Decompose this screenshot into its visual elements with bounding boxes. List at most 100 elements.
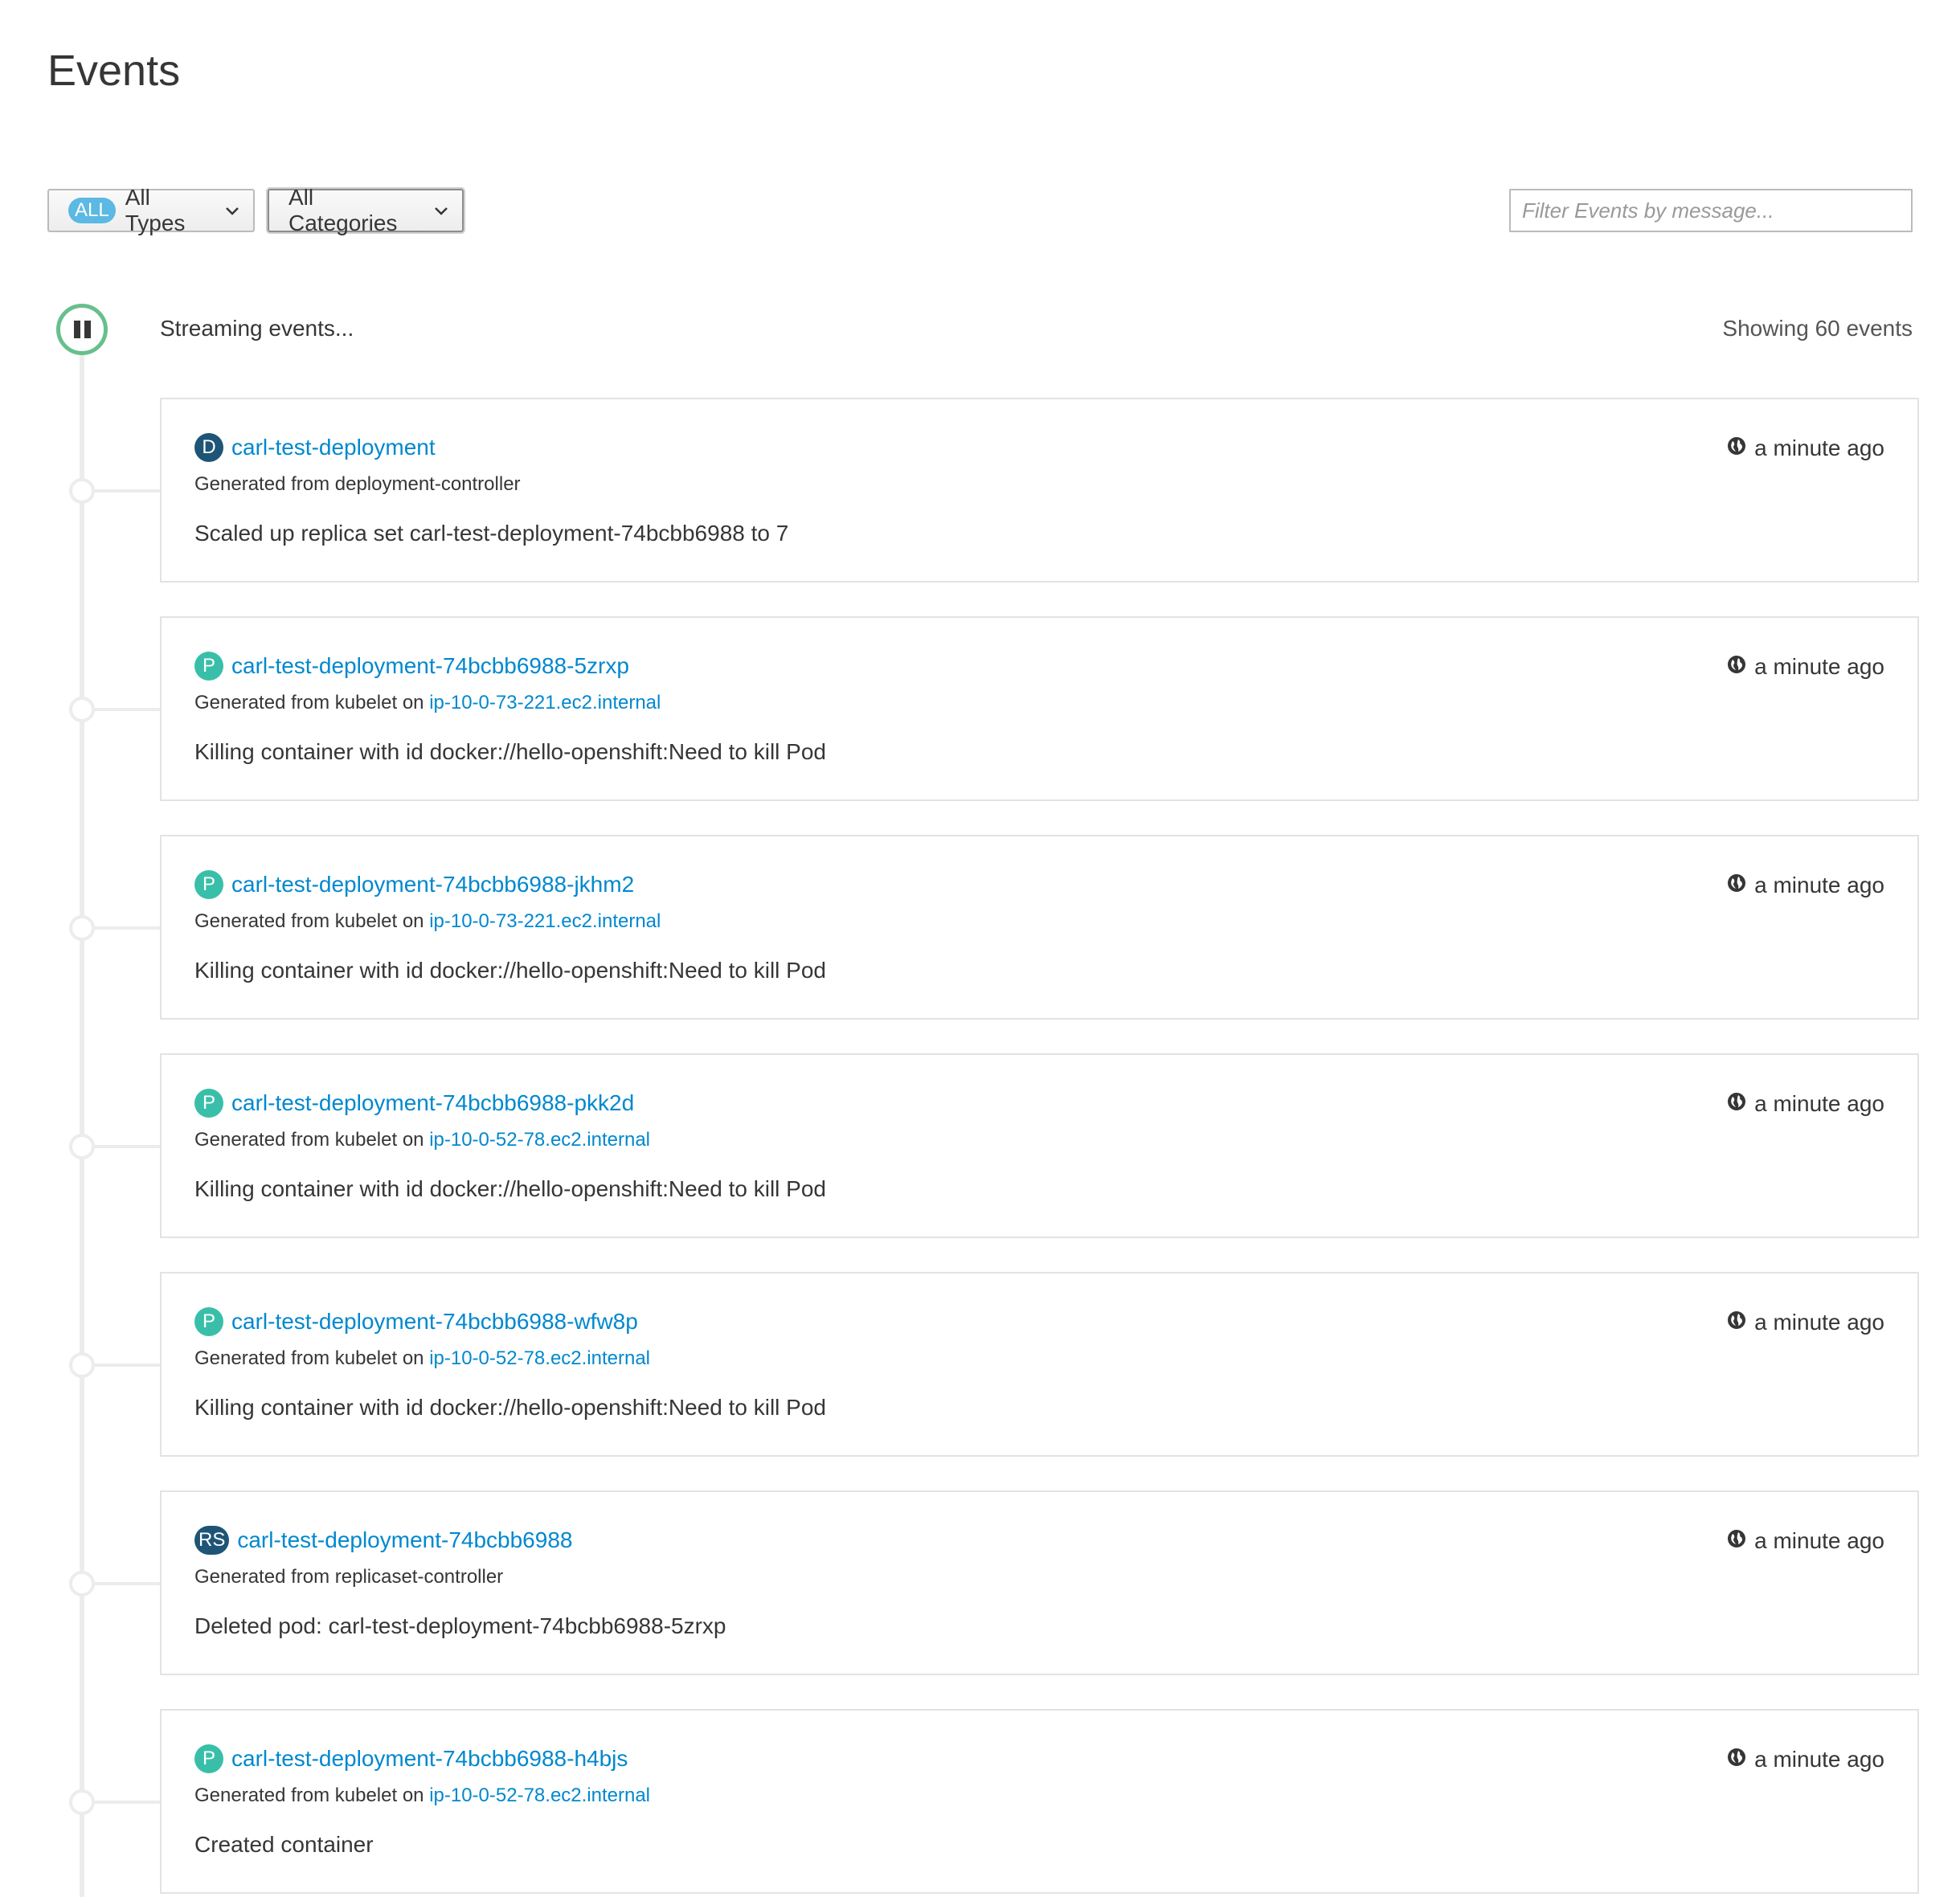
timeline-connector xyxy=(93,489,160,493)
event-node-link[interactable]: ip-10-0-52-78.ec2.internal xyxy=(429,1785,650,1806)
event-timestamp: a minute ago xyxy=(1727,1091,1884,1117)
pause-stream-button[interactable] xyxy=(56,304,108,355)
event-time-text: a minute ago xyxy=(1754,1310,1884,1335)
timeline-node xyxy=(69,915,95,941)
event-source-text: Generated from deployment-controller xyxy=(194,473,521,495)
categories-dropdown[interactable]: All Categories xyxy=(268,185,464,235)
event-timestamp: a minute ago xyxy=(1727,435,1884,461)
event-time-text: a minute ago xyxy=(1754,1747,1884,1772)
event-source: Generated from kubelet on ip-10-0-52-78.… xyxy=(194,1129,650,1151)
timeline-connector xyxy=(93,926,160,930)
filter-events-input[interactable] xyxy=(1509,189,1913,232)
globe-icon xyxy=(1727,873,1746,898)
event-timestamp: a minute ago xyxy=(1727,873,1884,898)
event-timestamp: a minute ago xyxy=(1727,1747,1884,1772)
timeline-line xyxy=(80,329,84,1897)
event-header: P carl-test-deployment-74bcbb6988-h4bjs xyxy=(194,1744,628,1773)
event-card: RS carl-test-deployment-74bcbb6988 Gener… xyxy=(160,1490,1919,1675)
page-title: Events xyxy=(47,47,181,95)
event-timestamp: a minute ago xyxy=(1727,1310,1884,1335)
globe-icon xyxy=(1727,1310,1746,1335)
event-source-on: on xyxy=(402,1347,424,1369)
types-dropdown-label: All Types xyxy=(125,185,186,235)
event-time-text: a minute ago xyxy=(1754,1528,1884,1553)
event-time-text: a minute ago xyxy=(1754,1091,1884,1116)
timeline-node xyxy=(69,1789,95,1815)
resource-kind-badge: D xyxy=(194,433,223,462)
event-message: Created container xyxy=(194,1832,374,1857)
resource-kind-badge: P xyxy=(194,870,223,899)
event-header: D carl-test-deployment xyxy=(194,433,436,462)
event-source-text: Generated from kubelet xyxy=(194,910,398,932)
event-header: P carl-test-deployment-74bcbb6988-wfw8p xyxy=(194,1307,638,1336)
events-toolbar: ALL All Types All Categories xyxy=(47,185,1913,235)
event-message: Deleted pod: carl-test-deployment-74bcbb… xyxy=(194,1613,726,1638)
event-message: Killing container with id docker://hello… xyxy=(194,1395,826,1420)
event-header: P carl-test-deployment-74bcbb6988-5zrxp xyxy=(194,652,629,681)
timeline-connector xyxy=(93,1145,160,1148)
resource-kind-badge: P xyxy=(194,1089,223,1118)
event-header: RS carl-test-deployment-74bcbb6988 xyxy=(194,1526,572,1555)
all-types-badge: ALL xyxy=(68,198,116,223)
categories-dropdown-label: All Categories xyxy=(288,185,398,235)
event-source-on: on xyxy=(402,692,424,713)
event-source-text: Generated from kubelet xyxy=(194,1347,398,1369)
timeline-node xyxy=(69,1352,95,1378)
timeline-node xyxy=(69,478,95,504)
globe-icon xyxy=(1727,1747,1746,1772)
chevron-down-icon xyxy=(435,202,448,220)
event-source: Generated from kubelet on ip-10-0-73-221… xyxy=(194,910,661,933)
event-resource-link[interactable]: carl-test-deployment-74bcbb6988 xyxy=(237,1527,572,1553)
timeline-connector xyxy=(93,1801,160,1804)
event-message: Killing container with id docker://hello… xyxy=(194,1176,826,1201)
event-timestamp: a minute ago xyxy=(1727,654,1884,680)
event-source-text: Generated from replicaset-controller xyxy=(194,1566,504,1588)
event-resource-link[interactable]: carl-test-deployment-74bcbb6988-5zrxp xyxy=(231,653,629,679)
globe-icon xyxy=(1727,1528,1746,1554)
event-node-link[interactable]: ip-10-0-52-78.ec2.internal xyxy=(429,1347,650,1369)
event-resource-link[interactable]: carl-test-deployment-74bcbb6988-jkhm2 xyxy=(231,872,634,897)
resource-kind-badge: P xyxy=(194,1307,223,1336)
streaming-status: Streaming events... xyxy=(160,316,354,341)
event-node-link[interactable]: ip-10-0-52-78.ec2.internal xyxy=(429,1129,650,1151)
event-source-text: Generated from kubelet xyxy=(194,1785,398,1806)
events-count: Showing 60 events xyxy=(1722,316,1913,341)
timeline-connector xyxy=(93,708,160,711)
event-card: P carl-test-deployment-74bcbb6988-h4bjs … xyxy=(160,1709,1919,1894)
event-resource-link[interactable]: carl-test-deployment-74bcbb6988-wfw8p xyxy=(231,1309,638,1335)
event-card: D carl-test-deployment Generated from de… xyxy=(160,398,1919,583)
event-node-link[interactable]: ip-10-0-73-221.ec2.internal xyxy=(429,910,661,932)
timeline-node xyxy=(69,1571,95,1597)
event-timestamp: a minute ago xyxy=(1727,1528,1884,1554)
globe-icon xyxy=(1727,435,1746,461)
types-dropdown[interactable]: ALL All Types xyxy=(47,185,255,235)
resource-kind-badge: RS xyxy=(194,1526,230,1555)
chevron-down-icon xyxy=(226,202,239,220)
timeline-node xyxy=(69,1134,95,1159)
event-card: P carl-test-deployment-74bcbb6988-pkk2d … xyxy=(160,1053,1919,1238)
event-card: P carl-test-deployment-74bcbb6988-wfw8p … xyxy=(160,1272,1919,1457)
timeline-connector xyxy=(93,1363,160,1367)
globe-icon xyxy=(1727,1091,1746,1117)
event-source-text: Generated from kubelet xyxy=(194,692,398,713)
event-card: P carl-test-deployment-74bcbb6988-jkhm2 … xyxy=(160,835,1919,1020)
event-card: P carl-test-deployment-74bcbb6988-5zrxp … xyxy=(160,616,1919,801)
event-source-text: Generated from kubelet xyxy=(194,1129,398,1151)
event-header: P carl-test-deployment-74bcbb6988-pkk2d xyxy=(194,1089,634,1118)
event-source: Generated from kubelet on ip-10-0-52-78.… xyxy=(194,1347,650,1370)
event-time-text: a minute ago xyxy=(1754,435,1884,460)
event-message: Scaled up replica set carl-test-deployme… xyxy=(194,521,789,546)
event-message: Killing container with id docker://hello… xyxy=(194,739,826,764)
event-header: P carl-test-deployment-74bcbb6988-jkhm2 xyxy=(194,870,634,899)
event-resource-link[interactable]: carl-test-deployment-74bcbb6988-h4bjs xyxy=(231,1746,628,1772)
event-time-text: a minute ago xyxy=(1754,873,1884,897)
event-source: Generated from kubelet on ip-10-0-52-78.… xyxy=(194,1785,650,1807)
event-resource-link[interactable]: carl-test-deployment-74bcbb6988-pkk2d xyxy=(231,1090,634,1116)
event-source: Generated from replicaset-controller xyxy=(194,1566,503,1588)
timeline-node xyxy=(69,697,95,722)
event-source-on: on xyxy=(402,1129,424,1151)
event-node-link[interactable]: ip-10-0-73-221.ec2.internal xyxy=(429,692,661,713)
event-resource-link[interactable]: carl-test-deployment xyxy=(231,435,436,460)
event-source-on: on xyxy=(402,1785,424,1806)
resource-kind-badge: P xyxy=(194,652,223,681)
